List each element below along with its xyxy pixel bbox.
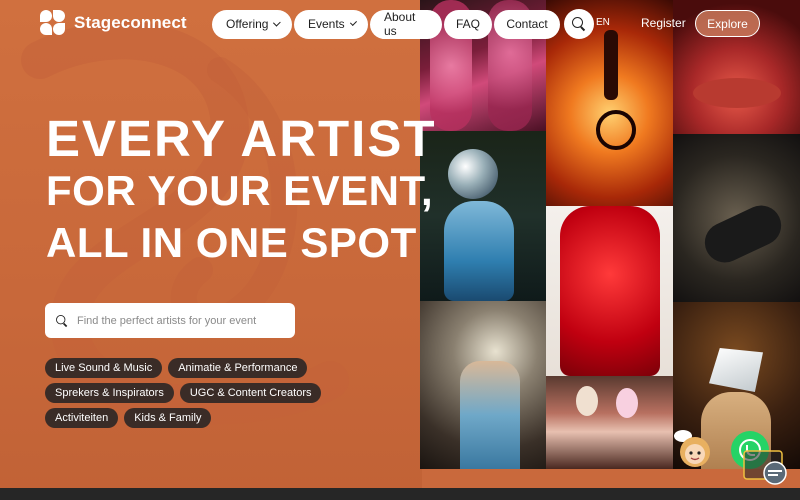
nav-about-us-label: About us [384,10,416,38]
photo-red-sequin-dress [546,206,673,376]
nav-faq-label: FAQ [456,17,481,31]
search-icon [572,17,586,31]
logo-icon [40,10,66,36]
main-nav: Offering Events About us FAQ Contact [212,9,594,39]
nav-events-label: Events [308,17,345,31]
nav-about-us[interactable]: About us [370,9,442,39]
nav-events[interactable]: Events [294,9,368,39]
chat-avatar-icon[interactable] [673,428,715,470]
nav-search-button[interactable] [564,9,594,39]
photo-confetti-party [420,301,546,469]
nav-contact[interactable]: Contact [494,9,560,39]
chevron-down-icon [273,18,281,27]
page: Stageconnect Offering Events About us FA… [0,0,800,500]
category-kids-family[interactable]: Kids & Family [124,408,212,428]
register-link[interactable]: Register [641,16,686,30]
nav-faq[interactable]: FAQ [444,9,492,39]
category-chips: Live Sound & Music Animatie & Performanc… [45,358,345,428]
hero-headline-line-3: ALL IN ONE SPOT [46,219,417,266]
category-activiteiten[interactable]: Activiteiten [45,408,119,428]
nav-contact-label: Contact [506,17,548,31]
category-animatie-performance[interactable]: Animatie & Performance [168,358,308,378]
hero-headline-line-1: EVERY ARTIST [46,110,437,167]
photo-costume-parade [546,376,673,469]
language-switch[interactable]: EN [596,17,610,28]
artist-search-input[interactable] [77,314,282,327]
search-icon [56,314,68,327]
footer-strip [0,488,800,500]
hero-headline-line-2: FOR YOUR EVENT, [46,167,434,214]
brand-name: Stageconnect [74,13,187,32]
photo-disco-ball-performer [420,131,546,301]
brand-logo[interactable]: Stageconnect [40,10,187,36]
explore-button[interactable]: Explore [695,10,760,37]
category-sprekers-inspirators[interactable]: Sprekers & Inspirators [45,383,174,403]
photo-confetti-floor [673,134,800,302]
artist-search[interactable] [45,303,295,338]
category-ugc-content-creators[interactable]: UGC & Content Creators [179,383,322,403]
category-live-sound-music[interactable]: Live Sound & Music [45,358,163,378]
chat-widget-icon[interactable] [742,449,788,487]
nav-offering[interactable]: Offering [212,9,292,39]
chevron-down-icon [349,18,357,27]
nav-offering-label: Offering [226,17,269,31]
